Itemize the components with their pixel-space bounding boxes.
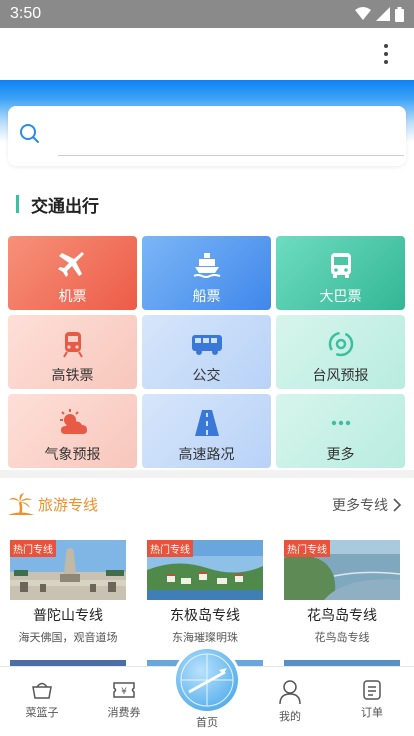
tab-orders[interactable]: 订单 — [342, 679, 402, 720]
transport-section: 交通出行 机票 船票 大巴票 高铁票 公交 台风预报 气象预报 高速路况 更多 — [0, 180, 414, 470]
chevron-right-icon — [393, 498, 402, 512]
hot-route-badge: 热门专线 — [284, 540, 330, 557]
tab-label: 订单 — [361, 706, 383, 719]
status-bar: 3:50 — [0, 0, 414, 28]
route-name: 普陀山专线 — [33, 608, 103, 624]
svg-text:¥: ¥ — [121, 687, 127, 697]
basket-icon — [32, 682, 52, 699]
hot-route-badge: 热门专线 — [147, 540, 193, 557]
route-desc: 花鸟岛专线 — [314, 631, 370, 644]
highway-icon — [190, 406, 224, 440]
search-icon[interactable] — [18, 122, 42, 146]
section-title: 交通出行 — [16, 194, 99, 217]
tile-ship[interactable]: 船票 — [142, 236, 271, 310]
tile-label: 高速路况 — [178, 447, 235, 463]
tab-home[interactable] — [176, 649, 238, 711]
more-dots-icon — [324, 406, 358, 440]
plane-icon — [56, 248, 90, 282]
status-time: 3:50 — [10, 5, 42, 22]
route-photo: 热门专线 — [147, 540, 263, 600]
route-photo: 热门专线 — [284, 540, 400, 600]
tile-label: 高铁票 — [51, 368, 94, 384]
route-desc: 海天佛国，观音道场 — [18, 631, 118, 644]
tab-label: 菜篮子 — [25, 706, 59, 719]
battery-icon — [395, 6, 404, 22]
tile-label: 公交 — [192, 368, 221, 384]
overflow-menu-icon[interactable] — [374, 40, 398, 68]
tile-high-speed-rail[interactable]: 高铁票 — [8, 315, 137, 389]
tile-label: 气象预报 — [44, 447, 101, 463]
tile-typhoon[interactable]: 台风预报 — [276, 315, 405, 389]
tab-label: 消费券 — [107, 706, 141, 719]
route-desc: 东海璀璨明珠 — [172, 631, 238, 644]
tile-city-bus[interactable]: 公交 — [142, 315, 271, 389]
hot-route-badge: 热门专线 — [10, 540, 56, 557]
route-card-dongji[interactable]: 热门专线 东极岛专线 东海璀璨明珠 — [147, 540, 263, 645]
typhoon-icon — [324, 327, 358, 361]
tile-flight[interactable]: 机票 — [8, 236, 137, 310]
coupon-icon: ¥ — [113, 682, 135, 698]
route-name: 花鸟岛专线 — [307, 608, 377, 624]
more-routes-link[interactable]: 更多专线 — [332, 495, 402, 515]
city-bus-icon — [190, 327, 224, 361]
route-name: 东极岛专线 — [170, 608, 240, 624]
tab-home-label: 首页 — [196, 716, 218, 729]
home-globe-icon — [180, 653, 234, 707]
route-card-putuo[interactable]: 热门专线 普陀山专线 海天佛国，观音道场 — [10, 540, 126, 645]
section-marker — [16, 195, 19, 213]
tile-highway[interactable]: 高速路况 — [142, 394, 271, 468]
tab-label: 我的 — [279, 710, 301, 723]
route-card-huaniao[interactable]: 热门专线 花鸟岛专线 花鸟岛专线 — [284, 540, 400, 645]
ship-icon — [190, 248, 224, 282]
more-routes-label: 更多专线 — [332, 498, 388, 514]
tile-label: 机票 — [58, 289, 87, 305]
tile-label: 更多 — [326, 447, 355, 463]
user-icon — [279, 680, 301, 705]
bus-icon — [324, 248, 358, 282]
train-icon — [56, 327, 90, 361]
palm-tree-icon — [8, 493, 34, 516]
tile-label: 台风预报 — [312, 368, 369, 384]
tile-more[interactable]: 更多 — [276, 394, 405, 468]
transport-title: 交通出行 — [31, 196, 99, 217]
tile-label: 大巴票 — [319, 289, 362, 305]
tab-profile[interactable]: 我的 — [260, 679, 320, 724]
tile-weather[interactable]: 气象预报 — [8, 394, 137, 468]
tile-label: 船票 — [192, 289, 221, 305]
tab-basket[interactable]: 菜篮子 — [12, 679, 72, 720]
tile-coach[interactable]: 大巴票 — [276, 236, 405, 310]
tour-section: 旅游专线 更多专线 热门专线 普陀山专线 海天佛国，观音道场 热门专线 东极岛专… — [0, 478, 414, 668]
wifi-icon — [355, 7, 371, 20]
weather-icon — [56, 406, 90, 440]
app-bar — [0, 28, 414, 80]
tab-coupons[interactable]: ¥ 消费券 — [94, 679, 154, 720]
signal-icon — [376, 7, 390, 21]
tour-header: 旅游专线 — [8, 492, 98, 516]
tour-title: 旅游专线 — [38, 495, 99, 514]
bottom-tab-bar: 菜篮子 ¥ 消费券 首页 我的 订单 — [0, 649, 414, 736]
order-icon — [363, 680, 381, 700]
search-box — [8, 106, 406, 166]
search-input[interactable] — [58, 124, 404, 156]
route-photo: 热门专线 — [10, 540, 126, 600]
